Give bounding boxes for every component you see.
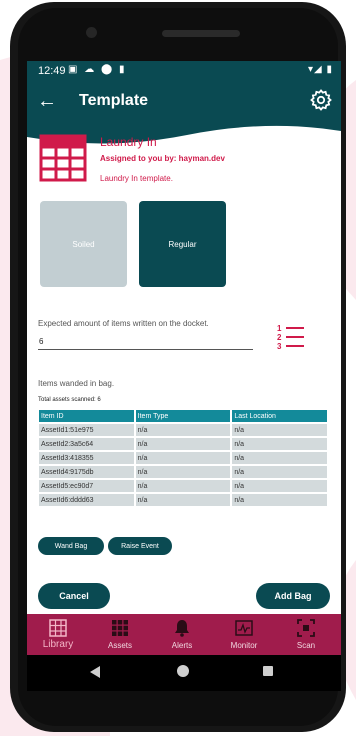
svg-text:2: 2 — [277, 333, 282, 342]
item-type-cell: n/a — [135, 466, 231, 478]
table-row[interactable]: AssetId3:418355 n/a n/a — [39, 452, 327, 464]
last-location-cell: n/a — [232, 480, 327, 492]
nav-item-assets[interactable]: Assets — [89, 614, 151, 655]
assigned-by-text: Assigned to you by: hayman.dev — [100, 154, 225, 163]
nav-item-alerts[interactable]: Alerts — [151, 614, 213, 655]
soiled-tile-label: Soiled — [72, 239, 95, 249]
table-header-row: Item ID Item Type Last Location — [39, 410, 327, 422]
raise-event-button[interactable]: Raise Event — [108, 537, 172, 555]
nav-item-scan[interactable]: Scan — [275, 614, 337, 655]
item-id-cell: AssetId3:418355 — [39, 452, 134, 464]
assets-table: Item ID Item Type Last Location AssetId1… — [37, 408, 329, 508]
status-bar: 12:49 ▣ ☁ ⬤ ▮ ▾◢ ▮ — [27, 61, 341, 81]
last-location-cell: n/a — [232, 438, 327, 450]
item-type-cell: n/a — [135, 424, 231, 436]
bell-icon — [175, 620, 189, 637]
last-location-cell: n/a — [232, 494, 327, 506]
expected-amount-label: Expected amount of items written on the … — [38, 319, 209, 328]
item-id-cell: AssetId2:3a5c64 — [39, 438, 134, 450]
table-row[interactable]: AssetId6:dddd63 n/a n/a — [39, 494, 327, 506]
item-type-cell: n/a — [135, 480, 231, 492]
system-navigation-bar — [27, 655, 341, 691]
earpiece-speaker — [162, 30, 240, 37]
regular-tile[interactable]: Regular — [139, 201, 226, 287]
regular-tile-label: Regular — [168, 239, 197, 249]
gear-icon[interactable] — [309, 88, 333, 112]
item-id-cell: AssetId1:51e975 — [39, 424, 134, 436]
back-arrow-icon[interactable]: ← — [37, 91, 57, 111]
assets-grid-icon — [112, 620, 128, 636]
table-icon — [39, 134, 87, 182]
table-row[interactable]: AssetId5:ec90d7 n/a n/a — [39, 480, 327, 492]
page-title: Template — [79, 92, 149, 109]
table-row[interactable]: AssetId2:3a5c64 n/a n/a — [39, 438, 327, 450]
item-id-cell: AssetId4:9175db — [39, 466, 134, 478]
library-grid-icon — [49, 619, 67, 637]
signal-battery-icons: ▾◢ ▮ — [308, 64, 333, 75]
notification-icons: ▣ ☁ ⬤ ▮ — [68, 64, 127, 75]
nav-label-assets: Assets — [107, 641, 132, 650]
cancel-button[interactable]: Cancel — [38, 583, 110, 609]
svg-text:3: 3 — [277, 342, 282, 351]
add-bag-button[interactable]: Add Bag — [256, 583, 330, 609]
expected-amount-input[interactable] — [38, 333, 253, 350]
app-screen: 12:49 ▣ ☁ ⬤ ▮ ▾◢ ▮ ← Template Laundry In… — [27, 61, 341, 655]
nav-label-scan: Scan — [296, 641, 316, 650]
nav-label-library: Library — [42, 639, 74, 650]
numbered-list-icon[interactable]: 1 2 3 — [276, 323, 306, 353]
item-type-cell: n/a — [135, 438, 231, 450]
svg-text:1: 1 — [277, 324, 282, 333]
total-assets-scanned: Total assets scanned: 6 — [38, 397, 101, 403]
table-row[interactable]: AssetId4:9175db n/a n/a — [39, 466, 327, 478]
system-home-icon[interactable] — [177, 665, 189, 677]
item-type-cell: n/a — [135, 494, 231, 506]
monitor-chart-icon — [235, 620, 253, 636]
template-name: Laundry In — [100, 135, 157, 149]
system-recents-icon[interactable] — [263, 666, 273, 676]
nav-label-alerts: Alerts — [171, 641, 193, 650]
table-row[interactable]: AssetId1:51e975 n/a n/a — [39, 424, 327, 436]
status-time: 12:49 — [38, 65, 66, 77]
item-id-cell: AssetId6:dddd63 — [39, 494, 134, 506]
nav-item-monitor[interactable]: Monitor — [213, 614, 275, 655]
items-wanded-label: Items wanded in bag. — [38, 379, 115, 388]
last-location-cell: n/a — [232, 466, 327, 478]
app-bar: ← Template — [27, 81, 341, 125]
column-header-item-type: Item Type — [135, 410, 231, 422]
nav-item-library[interactable]: Library — [27, 614, 89, 655]
wand-bag-button[interactable]: Wand Bag — [38, 537, 104, 555]
item-type-cell: n/a — [135, 452, 231, 464]
last-location-cell: n/a — [232, 424, 327, 436]
template-description: Laundry In template. — [100, 174, 173, 183]
column-header-last-location: Last Location — [232, 410, 327, 422]
soiled-tile[interactable]: Soiled — [40, 201, 127, 287]
item-id-cell: AssetId5:ec90d7 — [39, 480, 134, 492]
front-camera — [86, 27, 97, 38]
nav-label-monitor: Monitor — [230, 641, 258, 650]
column-header-item-id: Item ID — [39, 410, 134, 422]
last-location-cell: n/a — [232, 452, 327, 464]
bottom-navigation: Library Assets Alerts Monitor Scan — [27, 614, 341, 655]
scan-icon — [297, 619, 315, 637]
system-back-icon[interactable] — [89, 666, 101, 678]
